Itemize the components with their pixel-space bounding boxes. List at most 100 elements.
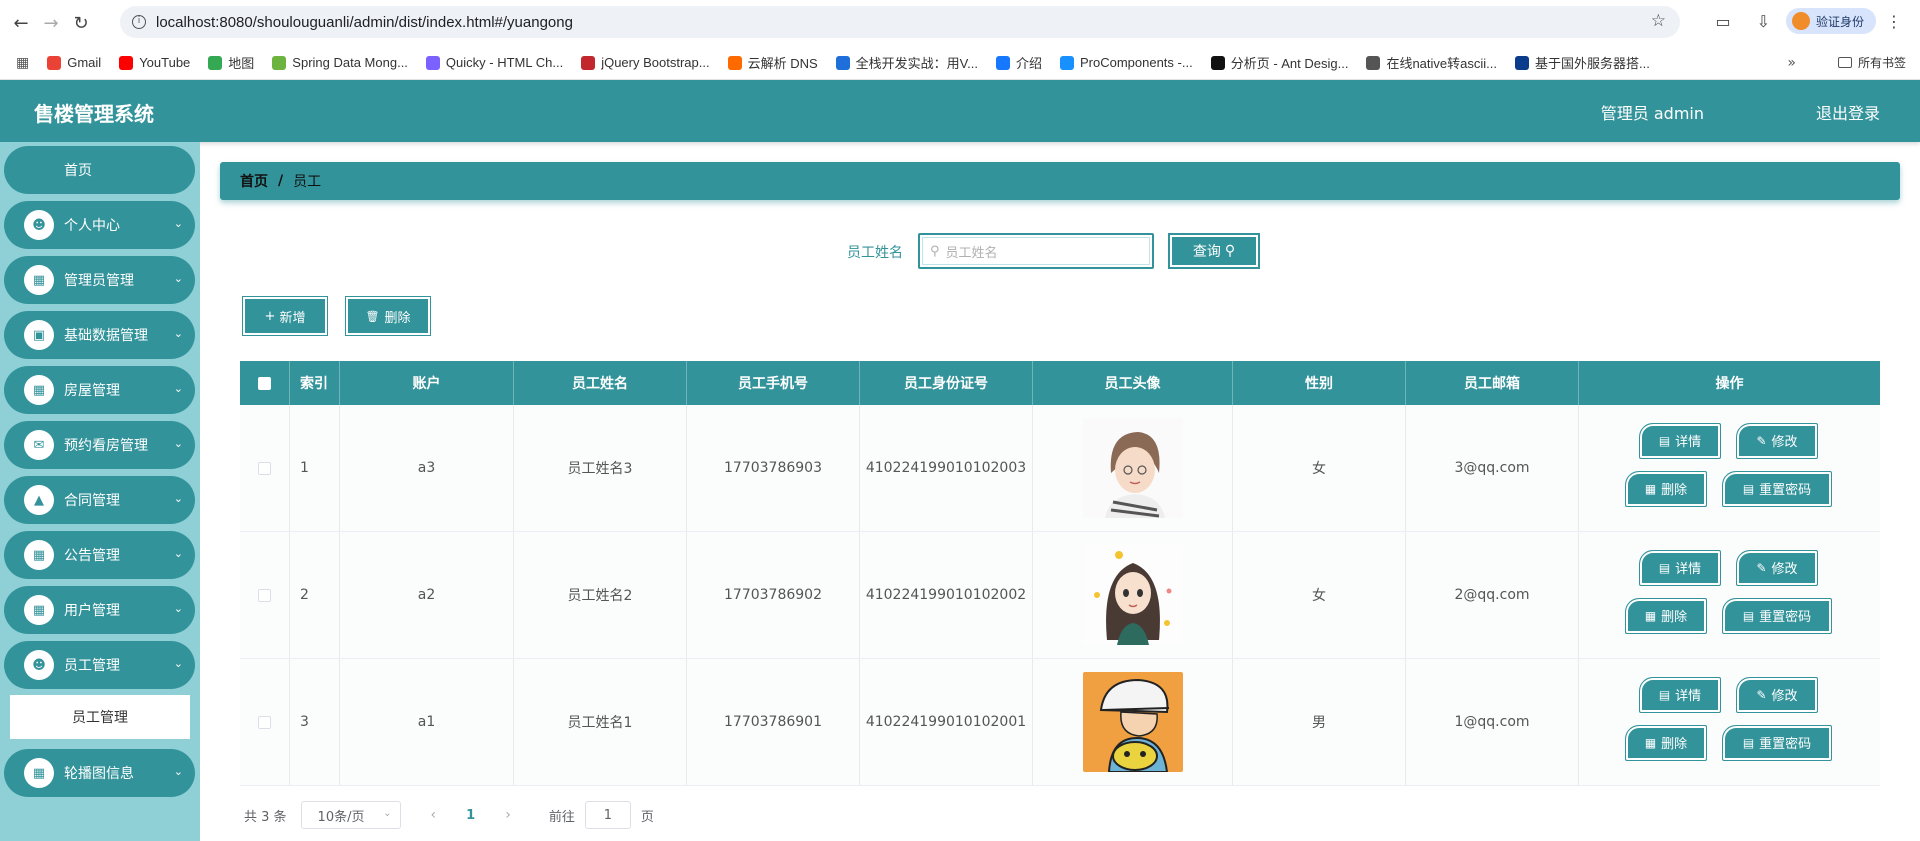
prev-page-icon[interactable]: ‹ <box>431 807 437 823</box>
bookmark-label: 分析页 - Ant Desig... <box>1230 56 1349 71</box>
bookmark-favicon-icon <box>119 55 134 70</box>
bookmark-label: YouTube <box>139 55 191 70</box>
sidebar-item[interactable]: ▣ 基础数据管理 ⌄ <box>4 311 195 359</box>
bookmark-item[interactable]: 云解析 DNS <box>727 53 818 72</box>
column-header: 操作 <box>1715 376 1744 392</box>
bookmark-favicon-icon <box>727 55 742 70</box>
reset-password-button[interactable]: ▤ 重置密码 <box>1722 597 1832 634</box>
forward-icon[interactable]: → <box>36 8 66 38</box>
chevron-down-icon: ⌄ <box>173 217 183 230</box>
search-button[interactable]: 查询 ⚲ <box>1168 233 1260 269</box>
bookmark-favicon-icon <box>47 55 62 70</box>
chevron-down-icon: ⌄ <box>173 657 183 670</box>
edit-button[interactable]: ✎ 修改 <box>1736 422 1818 459</box>
sidebar-item[interactable]: ▲ 合同管理 ⌄ <box>4 476 195 524</box>
bookmark-item[interactable]: 全栈开发实战：用V... <box>835 53 978 72</box>
trash-icon: ▦ <box>1644 481 1657 496</box>
row-select-cell <box>240 659 290 785</box>
url-text: localhost:8080/shoulouguanli/admin/dist/… <box>156 13 573 31</box>
row-checkbox[interactable] <box>258 588 271 602</box>
batch-delete-button[interactable]: 🗑 删除 <box>345 296 431 336</box>
reset-password-button[interactable]: ▤ 重置密码 <box>1722 724 1832 761</box>
bookmark-favicon-icon <box>1059 55 1074 70</box>
cell-id-card: 410224199010102001 <box>860 659 1033 785</box>
add-button[interactable]: + 新增 <box>242 296 328 336</box>
all-bookmarks[interactable]: 所有书签 <box>1837 54 1906 71</box>
row-checkbox[interactable] <box>258 715 271 729</box>
trash-icon: ▦ <box>1644 735 1657 750</box>
sidebar-item[interactable]: ☻ 员工管理 ⌄ <box>4 641 195 689</box>
row-select-cell <box>240 405 290 531</box>
table-row: 3 a1 员工姓名1 17703786901 410224199010102001 男 1@… <box>240 659 1880 786</box>
search-icon: ⚲ <box>1224 243 1236 259</box>
menu-icon[interactable]: ⋮ <box>1886 12 1902 31</box>
bookmark-label: 云解析 DNS <box>747 56 818 71</box>
bookmark-item[interactable]: Quicky - HTML Ch... <box>425 55 563 70</box>
delete-label: 删除 <box>1661 610 1688 625</box>
delete-button[interactable]: ▦ 删除 <box>1625 470 1707 507</box>
more-bookmarks-icon[interactable]: » <box>1787 55 1796 71</box>
sidebar-item[interactable]: ✉ 预约看房管理 ⌄ <box>4 421 195 469</box>
bookmark-item[interactable]: Gmail <box>47 55 101 70</box>
cell-avatar <box>1033 659 1233 785</box>
stamp-icon: ▲ <box>24 485 54 515</box>
detail-button[interactable]: ▤ 详情 <box>1639 422 1721 459</box>
extensions-icon[interactable]: ▭ <box>1715 12 1730 31</box>
bookmark-item[interactable]: jQuery Bootstrap... <box>581 55 710 70</box>
detail-button[interactable]: ▤ 详情 <box>1639 549 1721 586</box>
reset-password-button[interactable]: ▤ 重置密码 <box>1722 470 1832 507</box>
sidebar-item[interactable]: ☻ 个人中心 ⌄ <box>4 201 195 249</box>
sidebar-item[interactable]: ▦ 公告管理 ⌄ <box>4 531 195 579</box>
bookmark-item[interactable]: ProComponents -... <box>1059 55 1193 70</box>
goto-label: 前往 <box>548 809 575 825</box>
delete-button[interactable]: ▦ 删除 <box>1625 724 1707 761</box>
bookmark-item[interactable]: 分析页 - Ant Desig... <box>1210 53 1349 72</box>
site-info-icon[interactable]: i <box>132 15 146 29</box>
page-size-select[interactable]: 10条/页 ⌄ <box>300 801 401 829</box>
download-icon[interactable]: ⇩ <box>1757 12 1770 31</box>
address-bar[interactable]: i localhost:8080/shoulouguanli/admin/dis… <box>120 6 1680 38</box>
delete-button[interactable]: ▦ 删除 <box>1625 597 1707 634</box>
goto-page-value: 1 <box>603 807 612 823</box>
edit-icon: ✎ <box>1756 687 1767 702</box>
sidebar-item-home[interactable]: 首页 <box>4 146 195 194</box>
back-icon[interactable]: ← <box>6 8 36 38</box>
next-page-icon[interactable]: › <box>505 807 511 823</box>
page-number[interactable]: 1 <box>466 808 475 823</box>
trash-icon: ▦ <box>1644 608 1657 623</box>
sidebar-item[interactable]: ▦ 用户管理 ⌄ <box>4 586 195 634</box>
document-icon: ▤ <box>1742 608 1755 623</box>
edit-button[interactable]: ✎ 修改 <box>1736 549 1818 586</box>
bookmark-item[interactable]: YouTube <box>119 55 190 70</box>
cell-gender: 女 <box>1233 532 1406 658</box>
search-input[interactable]: ⚲ 员工姓名 <box>918 233 1154 269</box>
apps-icon[interactable]: ▦ <box>16 55 29 71</box>
bookmark-item[interactable]: 介绍 <box>995 53 1042 72</box>
bookmark-item[interactable]: 地图 <box>208 53 254 72</box>
edit-label: 修改 <box>1771 435 1798 450</box>
detail-button[interactable]: ▤ 详情 <box>1639 676 1721 713</box>
edit-button[interactable]: ✎ 修改 <box>1736 676 1818 713</box>
sidebar-item-label: 公告管理 <box>64 548 120 564</box>
sidebar-item-carousel[interactable]: ▦ 轮播图信息 ⌄ <box>4 749 195 797</box>
bookmark-favicon-icon <box>835 55 850 70</box>
reset-password-label: 重置密码 <box>1759 483 1812 498</box>
cell-index: 1 <box>290 405 340 531</box>
select-all-checkbox[interactable] <box>258 376 271 390</box>
verify-identity-button[interactable]: 验证身份 <box>1785 8 1876 34</box>
bookmark-item[interactable]: 在线native转ascii... <box>1366 53 1497 72</box>
column-header: 员工手机号 <box>687 361 860 405</box>
sidebar-item[interactable]: ▦ 管理员管理 ⌄ <box>4 256 195 304</box>
cell-gender: 男 <box>1233 659 1406 785</box>
row-checkbox[interactable] <box>258 461 271 475</box>
breadcrumb-home[interactable]: 首页 <box>240 171 268 191</box>
reload-icon[interactable]: ↻ <box>66 8 96 38</box>
sidebar-subitem-employee[interactable]: 员工管理 <box>10 695 190 739</box>
bookmark-item[interactable]: 基于国外服务器搭... <box>1515 53 1650 72</box>
profile-icon <box>1791 12 1810 30</box>
bookmark-star-icon[interactable]: ☆ <box>1651 11 1666 31</box>
sidebar-item[interactable]: ▦ 房屋管理 ⌄ <box>4 366 195 414</box>
logout-link[interactable]: 退出登录 <box>1816 100 1880 124</box>
bookmark-item[interactable]: Spring Data Mong... <box>272 55 408 70</box>
goto-page-input[interactable]: 1 <box>584 801 631 829</box>
